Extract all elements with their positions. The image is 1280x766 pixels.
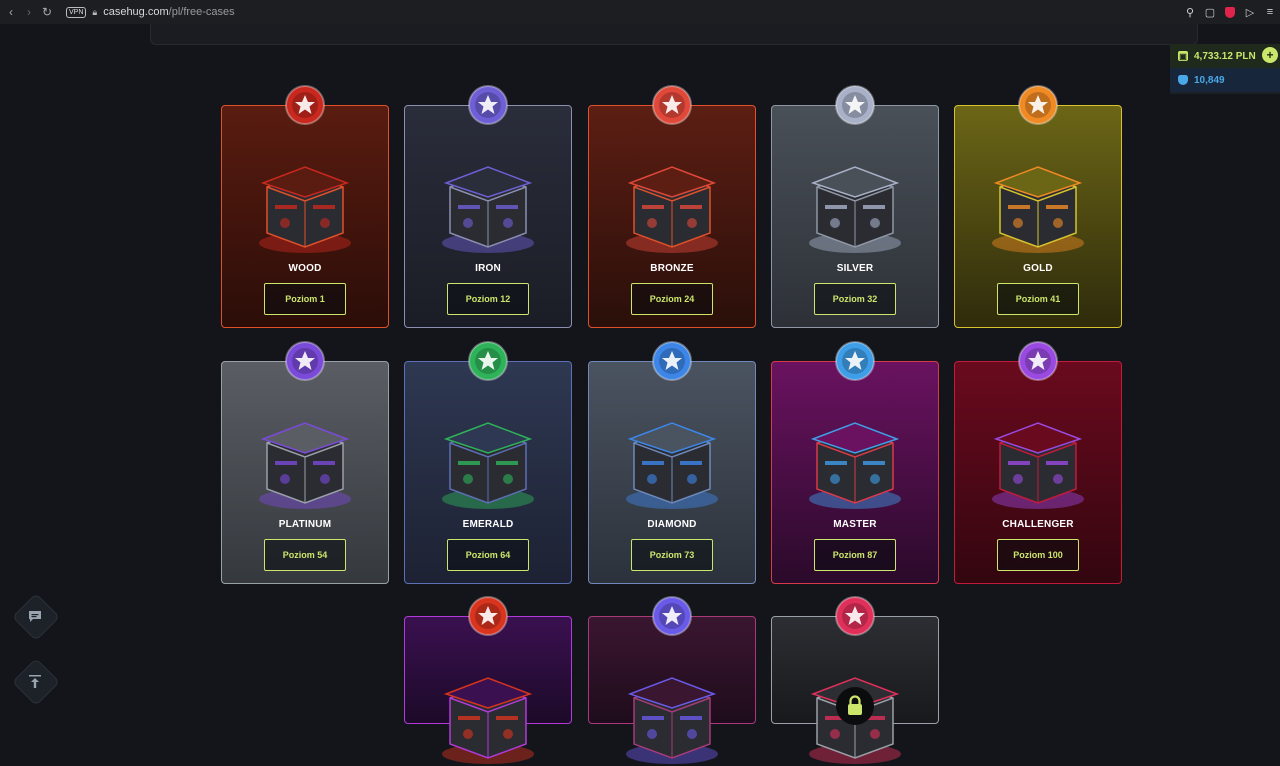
- browser-toolbar: ‹ › ↻ VPN 🔒︎ casehug.com/pl/free-cases ⚲…: [0, 0, 1280, 24]
- shield-icon: [1178, 75, 1188, 85]
- case-card-silver[interactable]: SILVER Poziom 32: [771, 85, 939, 328]
- case-card-gold[interactable]: GOLD Poziom 41: [954, 85, 1122, 328]
- shield-extension-icon[interactable]: [1224, 6, 1236, 18]
- vpn-badge[interactable]: VPN: [66, 6, 87, 18]
- case-card-extra-13[interactable]: [771, 596, 939, 764]
- case-level-button[interactable]: Poziom 32: [814, 283, 896, 315]
- url-domain: casehug.com: [103, 6, 169, 18]
- rank-medal-icon: [652, 341, 692, 381]
- wallet-icon: ▣: [1178, 51, 1188, 61]
- address-bar[interactable]: casehug.com/pl/free-cases: [103, 6, 234, 18]
- forward-icon[interactable]: ›: [22, 5, 36, 19]
- case-box-image: [442, 422, 534, 509]
- case-level-button[interactable]: Poziom 100: [997, 539, 1079, 571]
- case-name: CHALLENGER: [1002, 519, 1074, 530]
- deposit-plus-button[interactable]: +: [1262, 47, 1278, 63]
- case-card-bronze[interactable]: BRONZE Poziom 24: [588, 85, 756, 328]
- chat-button[interactable]: [11, 592, 61, 642]
- pin-icon[interactable]: ⚲: [1184, 6, 1196, 19]
- case-card-emerald[interactable]: EMERALD Poziom 64: [404, 341, 572, 584]
- case-box-image: [259, 166, 351, 253]
- rank-medal-icon: [468, 341, 508, 381]
- case-level-button[interactable]: Poziom 12: [447, 283, 529, 315]
- rank-medal-icon: [1018, 341, 1058, 381]
- rank-medal-icon: [652, 85, 692, 125]
- top-section-strip: [150, 24, 1198, 45]
- case-card-iron[interactable]: IRON Poziom 12: [404, 85, 572, 328]
- rank-medal-icon: [468, 596, 508, 636]
- money-balance-value: 4,733.12 PLN: [1194, 50, 1256, 62]
- case-card-master[interactable]: MASTER Poziom 87: [771, 341, 939, 584]
- case-level-button[interactable]: Poziom 24: [631, 283, 713, 315]
- rank-medal-icon: [835, 341, 875, 381]
- url-path: /pl/free-cases: [168, 6, 235, 18]
- points-balance[interactable]: 10,849: [1170, 68, 1280, 92]
- rank-medal-icon: [285, 85, 325, 125]
- case-name: WOOD: [288, 263, 322, 274]
- case-name: EMERALD: [462, 519, 514, 530]
- snapshot-icon[interactable]: ▢: [1204, 6, 1216, 19]
- case-box-image: [442, 166, 534, 253]
- case-name: IRON: [475, 263, 501, 274]
- rank-medal-icon: [835, 85, 875, 125]
- rank-medal-icon: [1018, 85, 1058, 125]
- chat-icon: [13, 594, 57, 638]
- case-level-button[interactable]: Poziom 1: [264, 283, 346, 315]
- case-level-button[interactable]: Poziom 64: [447, 539, 529, 571]
- case-level-button[interactable]: Poziom 41: [997, 283, 1079, 315]
- case-box-image: [259, 422, 351, 509]
- case-box-image: [626, 677, 718, 764]
- case-box-image: [992, 422, 1084, 509]
- case-card-challenger[interactable]: CHALLENGER Poziom 100: [954, 341, 1122, 584]
- case-box-image: [626, 422, 718, 509]
- case-card-platinum[interactable]: PLATINUM Poziom 54: [221, 341, 389, 584]
- arrow-up-icon: [13, 659, 57, 703]
- lock-icon[interactable]: 🔒︎: [92, 7, 97, 18]
- lock-icon: [836, 687, 874, 725]
- rank-medal-icon: [652, 596, 692, 636]
- case-name: MASTER: [833, 519, 877, 530]
- back-icon[interactable]: ‹: [4, 5, 18, 19]
- case-card-wood[interactable]: WOOD Poziom 1: [221, 85, 389, 328]
- case-name: DIAMOND: [647, 519, 697, 530]
- points-balance-value: 10,849: [1194, 74, 1225, 86]
- case-level-button[interactable]: Poziom 54: [264, 539, 346, 571]
- case-box-image: [992, 166, 1084, 253]
- send-icon[interactable]: ▷: [1244, 6, 1256, 19]
- case-box-image: [809, 166, 901, 253]
- case-name: GOLD: [1023, 263, 1053, 274]
- case-level-button[interactable]: Poziom 87: [814, 539, 896, 571]
- case-name: PLATINUM: [278, 519, 332, 530]
- case-level-button[interactable]: Poziom 73: [631, 539, 713, 571]
- scroll-top-button[interactable]: [11, 657, 61, 707]
- case-box-image: [442, 677, 534, 764]
- case-card-extra-12[interactable]: [588, 596, 756, 764]
- balance-widget: ▣ 4,733.12 PLN 10,849 +: [1170, 44, 1280, 94]
- case-box-image: [626, 166, 718, 253]
- rank-medal-icon: [285, 341, 325, 381]
- case-card-extra-11[interactable]: [404, 596, 572, 764]
- menu-icon[interactable]: ≡: [1264, 6, 1276, 18]
- rank-medal-icon: [835, 596, 875, 636]
- case-name: BRONZE: [650, 263, 694, 274]
- case-box-image: [809, 422, 901, 509]
- case-name: SILVER: [836, 263, 874, 274]
- reload-icon[interactable]: ↻: [40, 5, 54, 19]
- rank-medal-icon: [468, 85, 508, 125]
- case-card-diamond[interactable]: DIAMOND Poziom 73: [588, 341, 756, 584]
